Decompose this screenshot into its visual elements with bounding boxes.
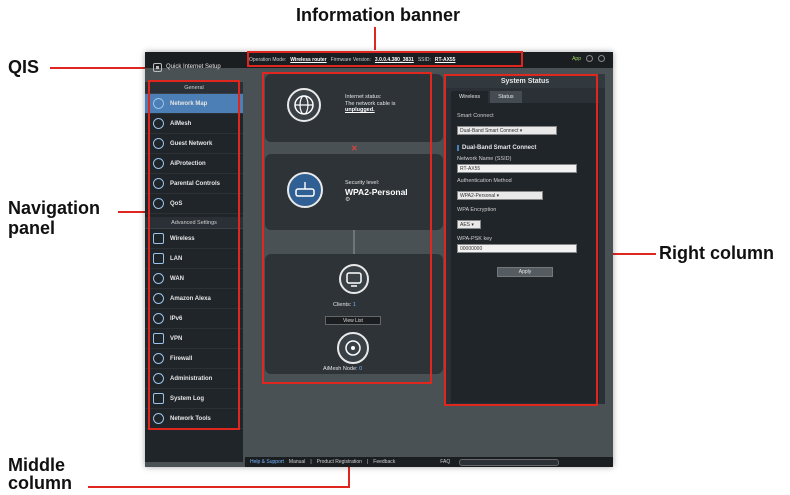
callout-middle-column-line1: Middle	[8, 455, 65, 475]
manual-figure: Information banner QIS Navigation panel …	[0, 0, 790, 495]
quick-internet-setup-button[interactable]: Quick Internet Setup	[145, 52, 245, 82]
highlight-middle-column	[262, 72, 432, 384]
app-label[interactable]: App	[572, 56, 581, 62]
footer-separator: |	[310, 459, 312, 465]
manual-link[interactable]: Manual	[289, 459, 305, 465]
product-registration-link[interactable]: Product Registration	[317, 459, 362, 465]
footer-separator: |	[366, 459, 369, 465]
callout-navigation-panel: Navigation panel	[8, 199, 100, 237]
notification-icon[interactable]	[598, 55, 605, 62]
callout-qis: QIS	[8, 57, 40, 77]
top-right-icons: App	[572, 55, 605, 62]
line-banner-vertical	[374, 27, 376, 50]
callout-middle-column-line2: column	[8, 473, 73, 493]
feedback-link[interactable]: Feedback	[373, 459, 395, 465]
highlight-right-column	[444, 74, 598, 406]
callout-navigation-panel-line2: panel	[8, 218, 56, 238]
qis-label: Quick Internet Setup	[166, 64, 221, 70]
usb-icon[interactable]	[586, 55, 593, 62]
footer-bar: Help & Support Manual | Product Registra…	[245, 457, 613, 467]
setup-wizard-icon	[153, 62, 162, 72]
line-nav	[118, 211, 148, 213]
line-middle-horizontal	[88, 486, 350, 488]
highlight-navigation-panel	[148, 80, 240, 430]
highlight-information-banner	[247, 51, 523, 67]
callout-navigation-panel-line1: Navigation	[8, 198, 101, 218]
faq-search-input[interactable]	[459, 458, 560, 466]
faq-label: FAQ	[440, 459, 451, 465]
callout-middle-column: Middle column	[8, 456, 72, 492]
callout-right-column: Right column	[659, 243, 774, 263]
help-support-link[interactable]: Help & Support	[250, 459, 284, 465]
line-qis	[50, 67, 146, 69]
callout-information-banner: Information banner	[296, 5, 461, 25]
